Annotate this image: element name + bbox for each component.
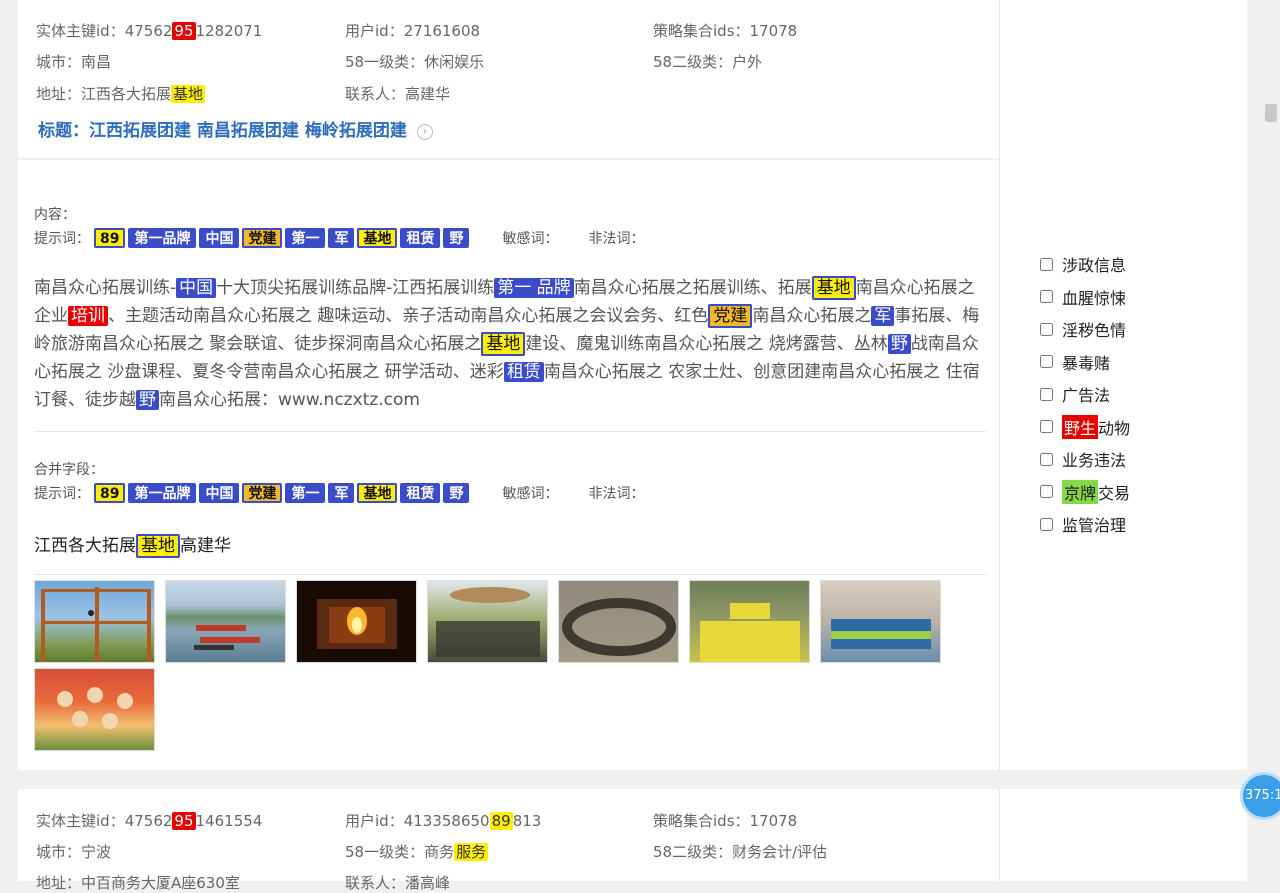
hint-word: 军 — [328, 483, 355, 503]
record-card: 实体主键id：47562 95 1282071 用户id：27161608 策略集合… — [18, 0, 1247, 770]
checkbox[interactable] — [1040, 290, 1053, 304]
checkbox-item[interactable]: 野生 动物 — [1040, 411, 1240, 444]
checkbox-item[interactable]: 京牌 交易 — [1040, 476, 1240, 509]
checkbox[interactable] — [1040, 355, 1053, 369]
sensitive-label: 敏感词： — [502, 486, 559, 502]
checkbox[interactable] — [1040, 485, 1053, 499]
contact: 联系人：潘高峰 — [345, 874, 451, 892]
category-checklist: 涉政信息 血腥惊悚 淫秽色情 暴毒赌 广告法 野生 动物 业务违法 京牌 交易 监管… — [1040, 248, 1240, 541]
hint-label: 提示词： — [34, 231, 90, 247]
thumbnail-image[interactable] — [165, 580, 286, 663]
illegal-label: 非法词： — [588, 231, 645, 247]
city: 城市：宁波 — [36, 843, 112, 861]
chevron-right-icon[interactable]: › — [416, 124, 433, 140]
divider — [34, 431, 986, 432]
merge-text: 江西各大拓展 基地 高建华 — [34, 534, 231, 558]
thumbnail-image[interactable] — [427, 580, 548, 663]
entity-key: 实体主键id：47562 95 1282071 — [36, 22, 263, 40]
hint-word: 89 — [94, 228, 126, 248]
city: 城市：南昌 — [36, 53, 112, 71]
content-label: 内容： — [34, 207, 76, 223]
thumbnail-image[interactable] — [296, 580, 417, 663]
checkbox[interactable] — [1040, 322, 1053, 336]
fire-graphic — [317, 599, 397, 649]
hint-label: 提示词： — [34, 486, 90, 502]
keyword-row: 提示词： 89 第一品牌 中国 党建 第一 军 基地 租赁 野 敏感词： 非法词… — [34, 228, 644, 248]
scrollbar-thumb[interactable] — [1265, 104, 1277, 122]
thumbnail-image[interactable] — [34, 668, 155, 751]
checkbox-item[interactable]: 淫秽色情 — [1040, 313, 1240, 346]
category-level1: 58一级类：休闲娱乐 — [345, 53, 485, 71]
address: 地址：中百商务大厦A座630室 — [36, 874, 240, 892]
crowd-graphic — [57, 687, 133, 729]
entity-key: 实体主键id：47562 95 1461554 — [36, 812, 263, 830]
team-graphic — [700, 603, 800, 662]
hint-word: 野 — [443, 228, 470, 248]
hint-word: 第一品牌 — [128, 228, 197, 248]
boats-graphic — [194, 625, 260, 650]
divider — [18, 158, 999, 160]
circle-graphic — [562, 598, 676, 656]
merge-label: 合并字段： — [34, 462, 104, 478]
group-graphic — [436, 587, 540, 657]
hint-word: 党建 — [242, 483, 283, 503]
content-text: 南昌众心拓展训练- 中国 十大顶尖拓展训练品牌-江西拓展训练 第一 品牌 南昌众心拓展之… — [34, 276, 980, 410]
hint-word: 中国 — [199, 228, 240, 248]
hint-word: 党建 — [242, 228, 283, 248]
category-level2: 58二级类：财务会计/评估 — [653, 843, 828, 861]
checkbox[interactable] — [1040, 387, 1053, 401]
hint-word: 租赁 — [400, 483, 441, 503]
strategy-ids: 策略集合ids：17078 — [653, 22, 798, 40]
category-level2: 58二级类：户外 — [653, 53, 763, 71]
lineup-graphic — [831, 619, 931, 649]
user-id: 用户id：27161608 — [345, 22, 481, 40]
hint-word: 第一 — [285, 483, 326, 503]
checkbox-item[interactable]: 暴毒赌 — [1040, 346, 1240, 379]
thumbnail-image[interactable] — [34, 580, 155, 663]
hint-word: 野 — [443, 483, 470, 503]
frame-graphic — [41, 587, 151, 662]
record-card: 实体主键id：47562 95 1461554 用户id：413358650 89 81… — [18, 789, 1247, 892]
hint-word: 第一 — [285, 228, 326, 248]
checkbox-item[interactable]: 监管治理 — [1040, 508, 1240, 541]
sensitive-label: 敏感词： — [502, 231, 559, 247]
hint-word: 租赁 — [400, 228, 441, 248]
floating-button[interactable]: 375:10 — [1240, 772, 1280, 820]
thumbnail-image[interactable] — [689, 580, 810, 663]
checkbox[interactable] — [1040, 452, 1053, 466]
record-title[interactable]: 标题：江西拓展团建 南昌拓展团建 梅岭拓展团建 › — [38, 116, 433, 141]
hint-word: 中国 — [199, 483, 240, 503]
checkbox[interactable] — [1040, 257, 1053, 271]
keyword-row: 提示词： 89 第一品牌 中国 党建 第一 军 基地 租赁 野 敏感词： 非法词… — [34, 483, 644, 503]
contact: 联系人：高建华 — [345, 85, 451, 103]
checkbox[interactable] — [1040, 517, 1053, 531]
hint-word: 89 — [94, 483, 126, 503]
checkbox-item[interactable]: 业务违法 — [1040, 443, 1240, 476]
hint-word: 基地 — [357, 483, 398, 503]
thumbnail-image[interactable] — [558, 580, 679, 663]
checkbox-item[interactable]: 血腥惊悚 — [1040, 281, 1240, 314]
record-main: 实体主键id：47562 95 1461554 用户id：413358650 89 81… — [18, 789, 1000, 892]
illegal-label: 非法词： — [588, 486, 645, 502]
hint-word: 军 — [328, 228, 355, 248]
checkbox-item[interactable]: 涉政信息 — [1040, 248, 1240, 281]
checkbox[interactable] — [1040, 420, 1053, 434]
hint-word: 基地 — [357, 228, 398, 248]
strategy-ids: 策略集合ids：17078 — [653, 812, 798, 830]
thumbnail-image[interactable] — [820, 580, 941, 663]
category-level1: 58一级类：商务 服务 — [345, 843, 489, 861]
address: 地址：江西各大拓展 基地 — [36, 85, 206, 103]
record-main: 实体主键id：47562 95 1282071 用户id：27161608 策略集合… — [18, 0, 1000, 770]
hint-word: 第一品牌 — [128, 483, 197, 503]
divider — [34, 574, 986, 575]
user-id: 用户id：413358650 89 813 — [345, 812, 542, 830]
checkbox-item[interactable]: 广告法 — [1040, 378, 1240, 411]
